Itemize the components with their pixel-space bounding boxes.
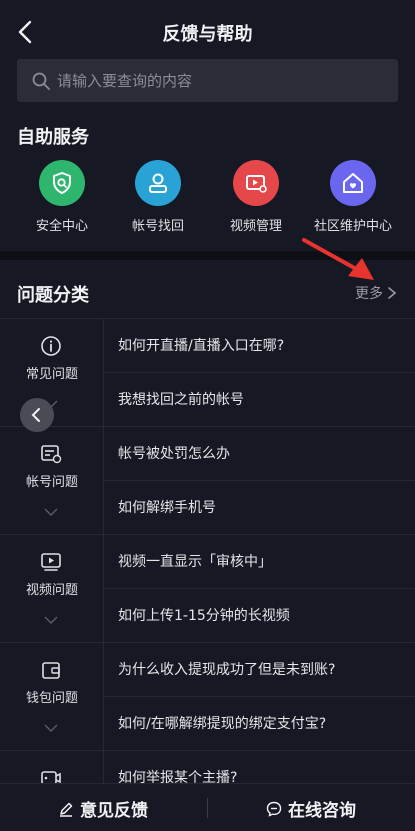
chat-icon xyxy=(266,801,282,817)
bottom-bar: 意见反馈 在线咨询 xyxy=(0,783,415,831)
search-input[interactable] xyxy=(57,59,387,102)
more-label: 更多 xyxy=(355,286,383,302)
account-card-icon xyxy=(41,445,62,464)
service-label: 安全中心 xyxy=(35,219,88,234)
category-table: 常见问题 帐号问题 视频问题 钱包问题 如何开直播/直播入口在哪? 我想找回之前… xyxy=(0,318,415,786)
category-label: 视频问题 xyxy=(25,583,78,598)
category-video[interactable]: 视频问题 xyxy=(0,535,104,643)
category-label: 钱包问题 xyxy=(25,691,78,706)
home-heart-icon xyxy=(330,160,376,206)
category-label: 常见问题 xyxy=(25,367,78,382)
video-play-icon xyxy=(41,553,61,571)
service-community-center[interactable]: 社区维护中心 xyxy=(303,160,403,234)
info-icon xyxy=(41,336,61,356)
shield-icon xyxy=(39,160,85,206)
self-service-title: 自助服务 xyxy=(17,127,89,148)
chevron-down-icon xyxy=(44,724,58,732)
chevron-left-icon xyxy=(31,408,40,422)
chevron-down-icon xyxy=(44,508,58,516)
question-row[interactable]: 我想找回之前的帐号 xyxy=(104,373,415,427)
floating-back-button[interactable] xyxy=(20,398,54,432)
question-text: 如何解绑手机号 xyxy=(118,500,216,516)
feedback-label: 意见反馈 xyxy=(80,801,148,821)
category-column: 常见问题 帐号问题 视频问题 钱包问题 xyxy=(0,319,104,785)
question-text: 如何上传1-15分钟的长视频 xyxy=(118,608,290,624)
wallet-icon xyxy=(42,662,60,679)
service-security-center[interactable]: 安全中心 xyxy=(12,160,112,234)
header: 反馈与帮助 xyxy=(0,0,415,56)
bottom-divider xyxy=(207,798,208,818)
search-bar[interactable] xyxy=(17,59,398,102)
video-settings-icon xyxy=(233,160,279,206)
question-text: 帐号被处罚怎么办 xyxy=(118,446,230,462)
question-row[interactable]: 为什么收入提现成功了但是未到账? xyxy=(104,643,415,697)
service-label: 社区维护中心 xyxy=(313,219,392,234)
feedback-button[interactable]: 意见反馈 xyxy=(58,796,148,821)
question-text: 为什么收入提现成功了但是未到账? xyxy=(118,662,336,678)
question-row[interactable]: 帐号被处罚怎么办 xyxy=(104,427,415,481)
category-label: 帐号问题 xyxy=(25,475,78,490)
service-label: 视频管理 xyxy=(229,219,282,234)
question-row[interactable]: 视频一直显示「审核中」 xyxy=(104,535,415,589)
question-row[interactable]: 如何/在哪解绑提现的绑定支付宝? xyxy=(104,697,415,751)
question-text: 我想找回之前的帐号 xyxy=(118,392,244,408)
service-label: 帐号找回 xyxy=(131,219,184,234)
consult-label: 在线咨询 xyxy=(288,801,356,821)
search-icon xyxy=(32,72,50,90)
question-row[interactable]: 如何上传1-15分钟的长视频 xyxy=(104,589,415,643)
category-wallet[interactable]: 钱包问题 xyxy=(0,643,104,751)
service-video-management[interactable]: 视频管理 xyxy=(206,160,306,234)
question-text: 如何/在哪解绑提现的绑定支付宝? xyxy=(118,716,327,732)
category-title: 问题分类 xyxy=(17,285,89,306)
chevron-right-icon xyxy=(388,287,397,299)
question-row[interactable]: 如何开直播/直播入口在哪? xyxy=(104,319,415,373)
question-row[interactable]: 如何解绑手机号 xyxy=(104,481,415,535)
question-text: 如何开直播/直播入口在哪? xyxy=(118,338,285,354)
question-text: 视频一直显示「审核中」 xyxy=(118,554,272,570)
user-icon xyxy=(135,160,181,206)
service-account-recovery[interactable]: 帐号找回 xyxy=(108,160,208,234)
online-consult-button[interactable]: 在线咨询 xyxy=(266,796,356,821)
page-title: 反馈与帮助 xyxy=(162,24,253,45)
more-link[interactable]: 更多 xyxy=(355,283,397,303)
annotation-arrow-icon xyxy=(302,238,374,280)
category-account[interactable]: 帐号问题 xyxy=(0,427,104,535)
self-service-grid: 安全中心 帐号找回 视频管理 社区维护中心 xyxy=(0,160,415,240)
edit-icon xyxy=(60,802,73,817)
chevron-down-icon xyxy=(44,616,58,624)
